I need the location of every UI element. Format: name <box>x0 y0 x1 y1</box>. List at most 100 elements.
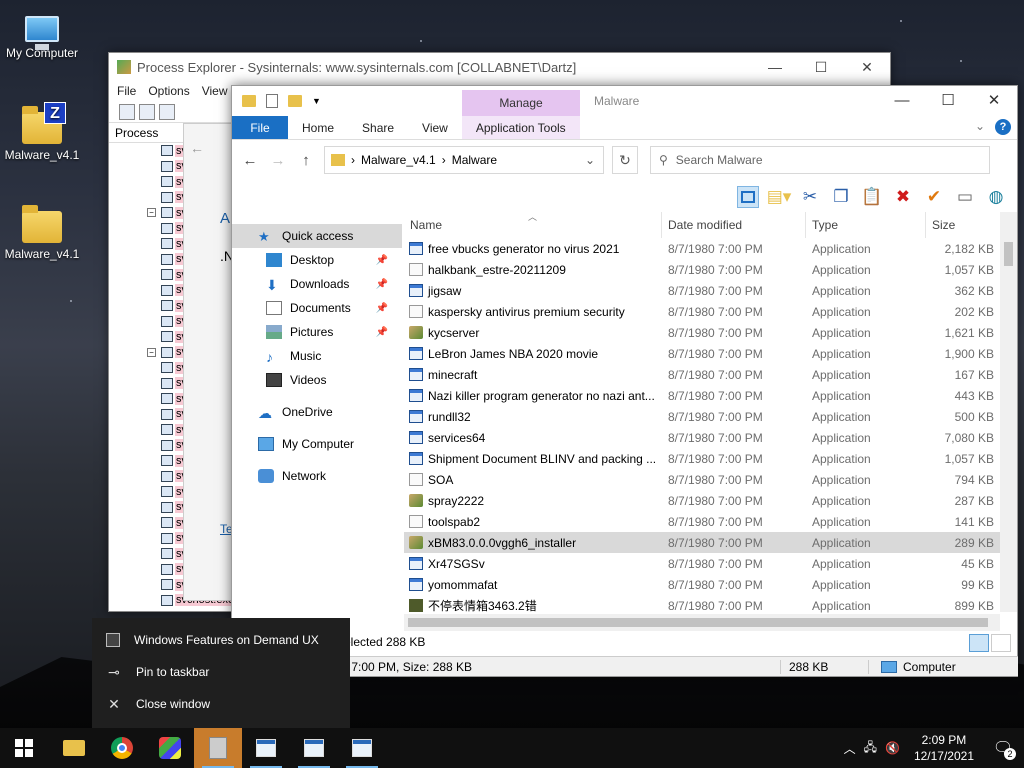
nav-onedrive[interactable]: ☁ OneDrive <box>232 400 402 424</box>
column-header-size[interactable]: Size <box>926 212 1000 238</box>
pin-icon[interactable]: 📌 <box>376 255 388 266</box>
collapse-icon[interactable]: − <box>147 347 156 357</box>
properties-icon[interactable] <box>266 94 278 108</box>
nav-my-computer[interactable]: My Computer <box>232 432 402 456</box>
close-button[interactable]: ✕ <box>971 86 1017 116</box>
pin-icon[interactable]: 📌 <box>376 303 388 314</box>
action-center-button[interactable]: 🗨 2 <box>988 733 1018 763</box>
search-input[interactable]: ⚲ Search Malware <box>650 146 990 174</box>
file-row[interactable]: yomommafat 8/7/1980 7:00 PM Application 99 … <box>404 574 1000 595</box>
nav-documents[interactable]: Documents 📌 <box>232 296 402 320</box>
process-explorer-titlebar[interactable]: Process Explorer - Sysinternals: www.sys… <box>109 53 890 81</box>
address-bar[interactable]: › Malware_v4.1 › Malware ⌄ <box>324 146 604 174</box>
breadcrumb-item[interactable]: Malware <box>452 153 497 167</box>
file-explorer-window[interactable]: ▼ Manage Malware — ☐ ✕ File Home Share V… <box>231 85 1018 677</box>
start-button[interactable] <box>0 728 48 768</box>
file-row[interactable]: Shipment Document BLINV and packing ... 8… <box>404 448 1000 469</box>
pin-icon[interactable]: 📌 <box>376 279 388 290</box>
menu-view[interactable]: View <box>202 84 228 98</box>
file-row[interactable]: jigsaw 8/7/1980 7:00 PM Application 362 KB <box>404 280 1000 301</box>
preview-pane-icon[interactable] <box>737 186 759 208</box>
breadcrumb-item[interactable]: Malware_v4.1 <box>361 153 436 167</box>
copy-icon[interactable]: ❐ <box>830 186 852 208</box>
taskbar-app-window-3[interactable] <box>338 728 386 768</box>
properties-icon[interactable]: ▤▾ <box>767 186 792 208</box>
file-row[interactable]: kycserver 8/7/1980 7:00 PM Application 1,62… <box>404 322 1000 343</box>
paste-icon[interactable]: 📋 <box>861 186 883 208</box>
file-row[interactable]: Nazi killer program generator no nazi an… <box>404 385 1000 406</box>
file-row[interactable]: toolspab2 8/7/1980 7:00 PM Application 141 … <box>404 511 1000 532</box>
desktop-icon-my-computer[interactable]: My Computer <box>0 8 84 60</box>
forward-button[interactable]: → <box>268 152 288 169</box>
taskbar-app-windows[interactable] <box>146 728 194 768</box>
refresh-button[interactable]: ↻ <box>612 146 638 174</box>
chevron-down-icon[interactable]: ▼ <box>312 96 321 106</box>
jumplist-app-item[interactable]: Windows Features on Demand UX <box>92 624 350 656</box>
tab-file[interactable]: File <box>232 116 288 139</box>
nav-network[interactable]: Network <box>232 464 402 488</box>
menu-options[interactable]: Options <box>148 84 189 98</box>
explorer-titlebar[interactable]: ▼ Manage Malware — ☐ ✕ <box>232 86 1017 116</box>
up-button[interactable]: ↑ <box>296 152 316 169</box>
tab-view[interactable]: View <box>408 116 462 139</box>
collapse-icon[interactable]: − <box>147 208 156 218</box>
file-row[interactable]: rundll32 8/7/1980 7:00 PM Application 500 K… <box>404 406 1000 427</box>
tab-application-tools[interactable]: Application Tools <box>461 116 580 139</box>
file-row[interactable]: halkbank_estre-20211209 8/7/1980 7:00 PM A… <box>404 259 1000 280</box>
column-header-type[interactable]: Type <box>806 212 926 238</box>
refresh-icon[interactable] <box>139 103 155 120</box>
maximize-button[interactable]: ☐ <box>925 86 971 116</box>
nav-desktop[interactable]: Desktop 📌 <box>232 248 402 272</box>
nav-music[interactable]: ♪ Music <box>232 344 402 368</box>
file-row[interactable]: minecraft 8/7/1980 7:00 PM Application 167 … <box>404 364 1000 385</box>
file-row[interactable]: services64 8/7/1980 7:00 PM Application 7,0… <box>404 427 1000 448</box>
file-row[interactable]: Xr47SGSv 8/7/1980 7:00 PM Application 45 KB <box>404 553 1000 574</box>
network-icon[interactable]: 🖧 <box>864 738 877 759</box>
close-button[interactable]: ✕ <box>844 59 890 76</box>
nav-videos[interactable]: Videos <box>232 368 402 392</box>
tab-share[interactable]: Share <box>348 116 408 139</box>
vertical-scrollbar[interactable] <box>1000 212 1017 612</box>
menu-file[interactable]: File <box>117 84 136 98</box>
file-row[interactable]: SOA 8/7/1980 7:00 PM Application 794 KB <box>404 469 1000 490</box>
nav-downloads[interactable]: ⬇ Downloads 📌 <box>232 272 402 296</box>
file-row[interactable]: 不停表情箱3463.2错 8/7/1980 7:00 PM Application 8… <box>404 595 1000 616</box>
taskbar-chrome[interactable] <box>98 728 146 768</box>
globe-icon[interactable]: ◍ <box>985 186 1007 208</box>
file-row[interactable]: kaspersky antivirus premium security 8/7/… <box>404 301 1000 322</box>
taskbar-app-window-2[interactable] <box>290 728 338 768</box>
save-icon[interactable] <box>119 103 135 120</box>
details-view-button[interactable] <box>969 634 989 652</box>
pin-to-taskbar-item[interactable]: ⊸ Pin to taskbar <box>92 656 350 688</box>
file-row[interactable]: free vbucks generator no virus 2021 8/7/1… <box>404 238 1000 259</box>
cut-icon[interactable]: ✂ <box>799 186 821 208</box>
manage-contextual-tab[interactable]: Manage <box>462 90 580 116</box>
horizontal-scrollbar[interactable] <box>404 614 1000 631</box>
clock[interactable]: 2:09 PM 12/17/2021 <box>914 732 974 764</box>
file-row[interactable]: spray2222 8/7/1980 7:00 PM Application 287 … <box>404 490 1000 511</box>
delete-icon[interactable]: ✖ <box>892 186 914 208</box>
taskbar-features-on-demand[interactable] <box>194 728 242 768</box>
new-folder-icon[interactable] <box>288 95 302 107</box>
chevron-down-icon[interactable]: ⌄ <box>585 153 595 167</box>
checkmark-icon[interactable]: ✔ <box>923 186 945 208</box>
large-icons-view-button[interactable] <box>991 634 1011 652</box>
pin-icon[interactable]: 📌 <box>376 327 388 338</box>
nav-pictures[interactable]: Pictures 📌 <box>232 320 402 344</box>
desktop-icon-malware-zip[interactable]: Z Malware_v4.1 <box>0 102 84 162</box>
back-button[interactable]: ← <box>240 152 260 169</box>
volume-muted-icon[interactable]: 🔇 <box>885 741 900 755</box>
help-icon[interactable]: ? <box>995 119 1011 135</box>
tab-home[interactable]: Home <box>288 116 348 139</box>
window-icon[interactable] <box>159 103 175 120</box>
column-header-date[interactable]: Date modified <box>662 212 806 238</box>
taskbar-app-window-1[interactable] <box>242 728 290 768</box>
close-window-item[interactable]: ✕ Close window <box>92 688 350 720</box>
back-arrow-icon[interactable]: ← <box>190 140 204 156</box>
nav-quick-access[interactable]: ★ Quick access <box>232 224 402 248</box>
chevron-up-icon[interactable]: ︿ <box>844 740 856 757</box>
desktop-icon-malware-folder[interactable]: Malware_v4.1 <box>0 203 84 261</box>
minimize-button[interactable]: — <box>752 59 798 76</box>
taskbar-file-explorer[interactable] <box>50 728 98 768</box>
expand-ribbon-icon[interactable]: ⌄ <box>975 119 985 135</box>
